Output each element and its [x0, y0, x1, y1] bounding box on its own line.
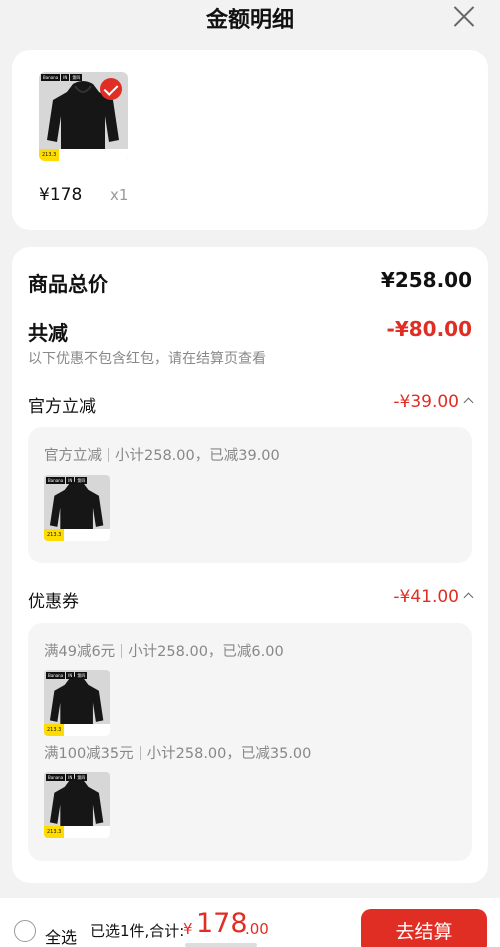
- coupon-product-thumbnail: Banana IN 第四 213.3: [44, 670, 110, 736]
- product-quantity: x1: [110, 186, 129, 204]
- coupon-item-line: 满100减35元 小计258.00，已减35.00: [44, 746, 312, 762]
- thumb-price: 213.3: [39, 149, 60, 161]
- official-product-thumbnail: Banana IN 第四 213.3: [44, 475, 110, 541]
- select-all-radio[interactable]: [14, 920, 36, 942]
- summary-label: 已选1件,合计:: [90, 922, 185, 940]
- official-subtotal-line: 官方立减 小计258.00，已减39.00: [44, 448, 280, 464]
- discount-note: 以下优惠不包含红包，请在结算页查看: [28, 351, 266, 367]
- selected-check-icon: [100, 78, 122, 100]
- modal-title: 金额明细: [205, 8, 294, 33]
- discount-label: 共减: [28, 321, 68, 345]
- chevron-up-icon: [463, 397, 474, 408]
- product-thumbnail[interactable]: Banana IN 第四 213.3: [39, 72, 128, 161]
- close-icon[interactable]: [452, 4, 476, 28]
- chevron-up-icon: [463, 592, 474, 603]
- checkout-bar: 全选 已选1件,合计: ¥ 178 .00 去结算: [0, 898, 500, 947]
- summary-amount-decimal: .00: [245, 920, 269, 938]
- price-detail-card: 商品总价 ¥258.00 共减 -¥80.00 以下优惠不包含红包，请在结算页查…: [12, 247, 488, 883]
- total-row: 商品总价 ¥258.00: [28, 268, 472, 297]
- coupon-product-thumbnail: Banana IN 第四 213.3: [44, 772, 110, 838]
- select-all-label[interactable]: 全选: [45, 924, 77, 947]
- discount-row: 共减 -¥80.00: [28, 317, 472, 346]
- total-label: 商品总价: [28, 272, 108, 296]
- summary-currency: ¥: [183, 920, 193, 938]
- coupon-label: 优惠券: [28, 592, 79, 612]
- checkout-button[interactable]: 去结算: [361, 909, 487, 947]
- coupon-item-line: 满49减6元 小计258.00，已减6.00: [44, 644, 284, 660]
- total-value: ¥258.00: [380, 268, 472, 292]
- coupon-value[interactable]: -¥41.00: [393, 587, 474, 607]
- coupon-row[interactable]: 优惠券 -¥41.00: [28, 587, 474, 612]
- official-discount-row[interactable]: 官方立减 -¥39.00: [28, 392, 474, 417]
- discount-value: -¥80.00: [386, 317, 472, 341]
- summary-amount: 178: [196, 908, 248, 939]
- product-price: ¥178: [39, 185, 83, 205]
- coupon-panel: 满49减6元 小计258.00，已减6.00 Banana IN 第四 213.3 满…: [28, 623, 472, 861]
- modal-header: 金额明细: [0, 0, 500, 38]
- product-card: Banana IN 第四 213.3 ¥178 x1: [12, 50, 488, 230]
- thumb-tags: Banana IN 第四: [41, 74, 83, 81]
- official-discount-panel: 官方立减 小计258.00，已减39.00 Banana IN 第四 213.3: [28, 427, 472, 563]
- official-label: 官方立减: [28, 397, 96, 417]
- drag-handle[interactable]: [185, 943, 257, 947]
- official-value[interactable]: -¥39.00: [393, 392, 474, 412]
